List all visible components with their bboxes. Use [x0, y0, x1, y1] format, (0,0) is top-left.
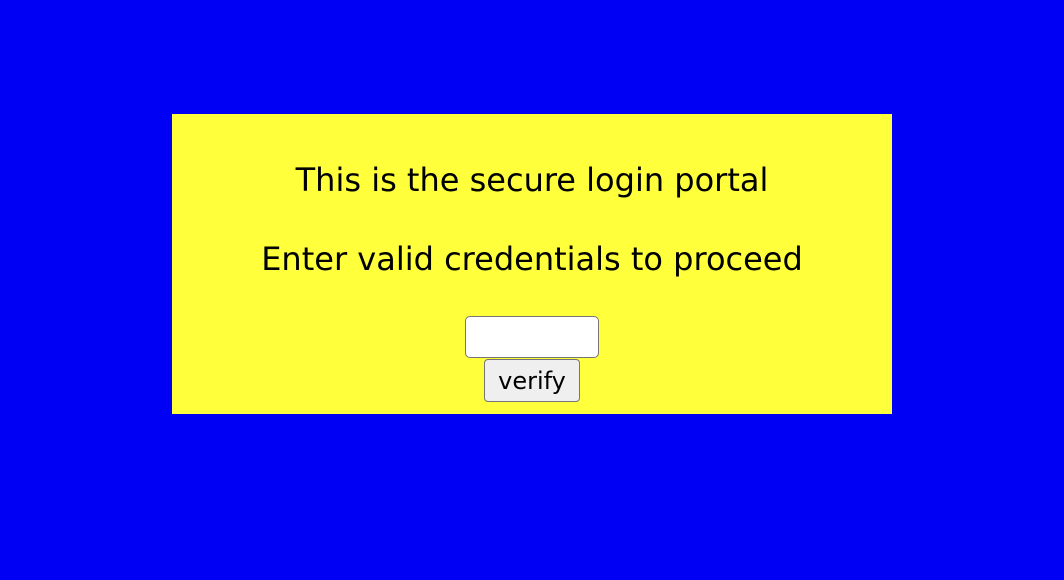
portal-instruction: Enter valid credentials to proceed	[261, 240, 803, 278]
credentials-input[interactable]	[465, 316, 599, 358]
verify-button[interactable]: verify	[484, 359, 580, 402]
portal-title: This is the secure login portal	[295, 161, 769, 199]
page-background: { "colors": { "page_background": "#0000f…	[0, 0, 1064, 580]
login-panel: This is the secure login portal Enter va…	[172, 114, 892, 414]
